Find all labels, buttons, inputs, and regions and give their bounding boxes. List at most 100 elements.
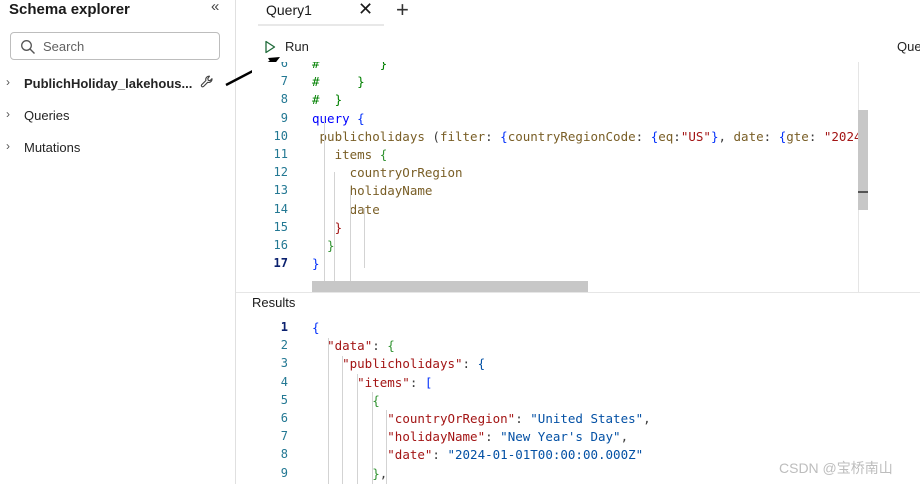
code-token: :: [635, 128, 651, 144]
tree-item-label: PublichHoliday_lakehous...: [24, 76, 193, 91]
results-title: Results: [252, 295, 296, 310]
line-number: 14: [273, 201, 288, 216]
run-label: Run: [285, 39, 309, 54]
indent-guide: [334, 172, 335, 292]
code-token: # }: [312, 92, 343, 108]
code-token: holidayName: [312, 183, 433, 199]
collapse-panel-icon[interactable]: «: [211, 0, 219, 15]
code-line: publicholidays (filter: {countryRegionCo…: [312, 129, 868, 144]
line-number: 9: [280, 465, 288, 480]
code-line: }: [312, 256, 320, 271]
line-number: 15: [273, 219, 288, 234]
tree-item-mutations[interactable]: › Mutations: [0, 137, 234, 159]
code-line: date: [312, 202, 380, 217]
code-line: {: [312, 320, 320, 335]
code-token: }: [312, 219, 343, 235]
indent-guide: [342, 356, 343, 484]
line-number: 9: [280, 110, 288, 125]
code-token: "items": [357, 374, 410, 390]
code-token: [: [424, 374, 433, 390]
chevron-right-icon: ›: [6, 139, 10, 153]
code-token: }: [372, 465, 380, 481]
code-token: #: [312, 62, 320, 71]
code-token: "holidayName": [387, 429, 486, 445]
tree-item-label: Mutations: [24, 140, 81, 155]
code-token: # }: [312, 74, 365, 90]
tree-item-queries[interactable]: › Queries: [0, 105, 234, 127]
code-token: items: [312, 147, 380, 162]
code-line: "date": "2024-01-01T00:00:00.000Z": [312, 447, 643, 462]
code-token: publicholidays: [312, 128, 433, 144]
chevron-right-icon: ›: [6, 107, 10, 121]
code-line: "items": [: [312, 375, 432, 390]
code-token: {: [379, 147, 388, 162]
line-number: 8: [280, 447, 288, 462]
search-box[interactable]: [10, 32, 220, 60]
code-token: "data": [327, 338, 373, 354]
code-token: :: [808, 128, 824, 144]
add-tab-button[interactable]: +: [396, 0, 409, 23]
editor-vertical-scrollbar[interactable]: [858, 110, 868, 210]
query-toolbar-label[interactable]: Que: [897, 39, 920, 54]
editor-horizontal-scrollbar[interactable]: [312, 281, 588, 292]
code-token: "date": [387, 447, 433, 463]
code-token: :: [485, 429, 501, 445]
code-line: "countryOrRegion": "United States",: [312, 411, 651, 426]
line-number: 7: [280, 74, 288, 89]
tree-item-datasource[interactable]: › PublichHoliday_lakehous...: [0, 73, 234, 95]
search-icon: [21, 40, 35, 54]
indent-guide: [328, 338, 329, 484]
line-number: 4: [280, 374, 288, 389]
code-token: }: [319, 62, 388, 71]
line-number: 1: [280, 320, 288, 334]
line-number: 5: [280, 392, 288, 407]
code-line: "holidayName": "New Year's Day",: [312, 429, 628, 444]
query-editor[interactable]: 6 7 8 9 10 11 12 13 14 15 16 17 # } # } # } query { pub…: [252, 62, 868, 292]
code-token: {: [312, 320, 320, 335]
code-token: eq: [658, 128, 674, 144]
code-token: "New Year's Day": [500, 429, 621, 445]
code-token: :: [462, 356, 478, 372]
code-token: countryRegionCode: [507, 128, 636, 144]
code-token: "United States": [530, 411, 644, 426]
indent-guide: [372, 392, 373, 484]
wrench-icon[interactable]: [199, 74, 215, 90]
line-number: 13: [273, 183, 288, 198]
chevron-right-icon: ›: [6, 75, 10, 89]
line-number: 12: [273, 165, 288, 180]
code-token: {: [387, 338, 395, 354]
code-line: {: [312, 393, 380, 408]
editor-results-divider[interactable]: [236, 292, 920, 293]
code-token: gte: [786, 128, 809, 144]
code-token: {: [500, 128, 508, 144]
line-number: 7: [280, 429, 288, 444]
code-token: :: [372, 338, 388, 354]
line-number: 16: [273, 238, 288, 252]
scrollbar-cursor-marker: [858, 191, 868, 193]
code-token: query: [312, 110, 358, 126]
play-icon: [265, 40, 276, 54]
tree-item-label: Queries: [24, 108, 70, 123]
close-icon[interactable]: ✕: [358, 0, 373, 20]
code-token: ,: [620, 429, 629, 445]
code-token: {: [477, 356, 486, 372]
line-number: 17: [273, 256, 288, 271]
tab-label: Query1: [266, 2, 312, 18]
code-token: ,: [718, 128, 734, 144]
code-token: :: [673, 128, 681, 144]
code-token: date: [733, 128, 764, 144]
tab-query1[interactable]: Query1 ✕: [258, 0, 384, 26]
code-line: "data": {: [312, 338, 395, 353]
line-number: 8: [280, 92, 288, 107]
code-line: # }: [312, 92, 342, 107]
code-token: :: [409, 374, 425, 390]
search-input[interactable]: [43, 37, 213, 55]
code-line: "publicholidays": {: [312, 356, 485, 371]
code-token: ,: [643, 411, 651, 426]
line-number: 11: [273, 147, 288, 161]
